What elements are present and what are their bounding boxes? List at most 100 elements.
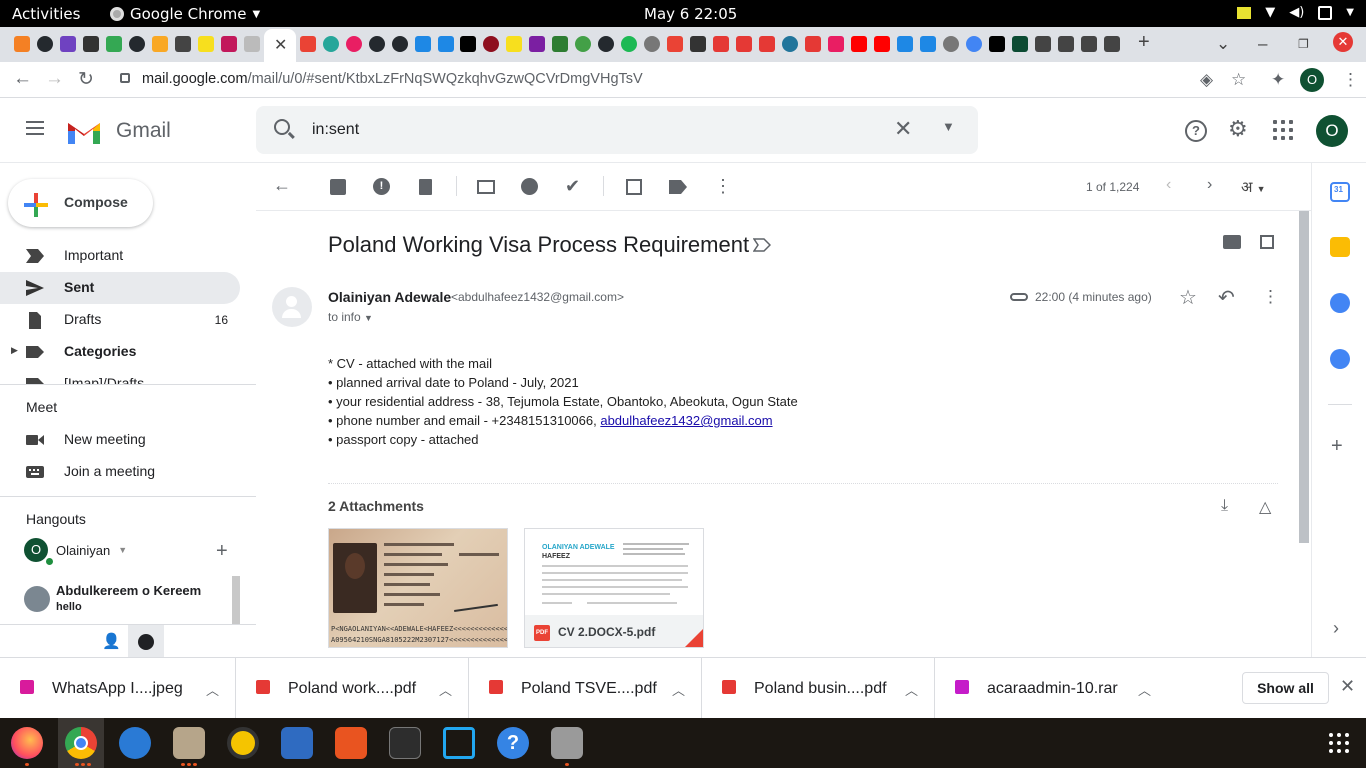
github-tab-icon[interactable] xyxy=(598,36,614,52)
show-side-panel-chevron-icon[interactable]: › xyxy=(1333,618,1339,639)
chrome-icon[interactable] xyxy=(65,727,97,759)
site-tab-icon[interactable] xyxy=(221,36,237,52)
site-tab-icon[interactable] xyxy=(152,36,168,52)
firefox-icon[interactable] xyxy=(11,727,43,759)
download-item[interactable]: WhatsApp I....jpeg ︿ xyxy=(0,658,236,719)
dev-tab-icon[interactable] xyxy=(460,36,476,52)
globe-tab-icon[interactable] xyxy=(644,36,660,52)
get-addons-plus-icon[interactable]: + xyxy=(1331,435,1343,458)
save-to-drive-icon[interactable]: △ xyxy=(1259,497,1271,517)
delete-icon[interactable] xyxy=(419,179,432,195)
recipient-summary[interactable]: to info ▼ xyxy=(328,310,373,324)
gmail-tab-icon[interactable] xyxy=(300,36,316,52)
bookmark-star-icon[interactable]: ☆ xyxy=(1231,70,1246,90)
clear-search-icon[interactable]: ✕ xyxy=(894,116,912,142)
nav-item-drafts[interactable]: Drafts 16 xyxy=(0,304,240,336)
active-tab[interactable]: ✕ xyxy=(264,29,296,62)
report-spam-icon[interactable]: ! xyxy=(373,178,390,195)
github-tab-icon[interactable] xyxy=(369,36,385,52)
newer-chevron-icon[interactable]: ‹ xyxy=(1166,176,1171,194)
site-tab-icon[interactable] xyxy=(897,36,913,52)
site-tab-icon[interactable] xyxy=(920,36,936,52)
back-icon[interactable]: ← xyxy=(13,68,32,90)
site-tab-icon[interactable] xyxy=(690,36,706,52)
chevron-up-icon[interactable]: ︿ xyxy=(672,680,685,699)
notes-icon[interactable] xyxy=(1237,6,1252,19)
nav-item-important[interactable]: Important xyxy=(0,240,240,272)
search-options-icon[interactable]: ▼ xyxy=(942,119,955,134)
reload-icon[interactable]: ↻ xyxy=(78,68,94,91)
reply-icon[interactable]: ↶ xyxy=(1218,285,1235,310)
show-applications-icon[interactable] xyxy=(1329,733,1349,753)
print-icon[interactable] xyxy=(1223,235,1241,249)
archive-icon[interactable] xyxy=(330,179,346,195)
site-tab-icon[interactable] xyxy=(759,36,775,52)
puzzle-tab-icon[interactable] xyxy=(106,36,122,52)
site-tab-icon[interactable] xyxy=(415,36,431,52)
app-menu[interactable]: Google Chrome ▼ xyxy=(110,5,260,23)
contacts-icon[interactable] xyxy=(1330,349,1350,369)
compose-button[interactable]: Compose xyxy=(8,179,153,227)
chevron-up-icon[interactable]: ︿ xyxy=(439,680,452,699)
js-tab-icon[interactable] xyxy=(506,36,522,52)
open-new-window-icon[interactable] xyxy=(1260,235,1274,249)
passport-attachment[interactable]: P<NGAOLANIYAN<<ADEWALE<HAFEEZ<<<<<<<<<<<… xyxy=(328,528,508,648)
wordpress-tab-icon[interactable] xyxy=(782,36,798,52)
site-tab-icon[interactable] xyxy=(713,36,729,52)
forward-icon[interactable]: → xyxy=(45,68,64,90)
new-meeting-button[interactable]: New meeting xyxy=(0,424,240,456)
expand-arrow-icon[interactable]: ▶ xyxy=(11,345,18,356)
heart-tab-icon[interactable] xyxy=(483,36,499,52)
cv-attachment[interactable]: OLANIYAN ADEWALE HAFEEZ PDF CV 2.DOCX-5.… xyxy=(524,528,704,648)
older-chevron-icon[interactable]: › xyxy=(1207,176,1212,194)
google-tab-icon[interactable] xyxy=(966,36,982,52)
tab-search-icon[interactable]: ⌄ xyxy=(1216,34,1230,54)
email-link[interactable]: abdulhafeez1432@gmail.com xyxy=(600,413,772,428)
main-menu-icon[interactable] xyxy=(26,121,44,135)
minimize-icon[interactable]: – xyxy=(1258,34,1267,54)
site-tab-icon[interactable] xyxy=(1081,36,1097,52)
profile-avatar[interactable]: O xyxy=(1300,68,1324,92)
label-as-icon[interactable] xyxy=(669,180,687,194)
importance-marker-icon[interactable] xyxy=(753,238,771,252)
gmail-logo-icon[interactable] xyxy=(66,117,102,144)
join-meeting-button[interactable]: Join a meeting xyxy=(0,456,240,488)
account-avatar[interactable]: O xyxy=(1316,115,1348,147)
input-tools-button[interactable]: अ ▼ xyxy=(1241,177,1266,197)
shield-tab-icon[interactable] xyxy=(175,36,191,52)
site-tab-icon[interactable] xyxy=(1104,36,1120,52)
more-vert-icon[interactable]: ⋮ xyxy=(1342,70,1359,90)
site-tab-icon[interactable] xyxy=(1035,36,1051,52)
music-tab-icon[interactable] xyxy=(828,36,844,52)
hangouts-user-menu[interactable]: O Olainiyan ▼ xyxy=(24,538,127,562)
gmail-tab-icon[interactable] xyxy=(667,36,683,52)
search-input[interactable] xyxy=(312,118,872,142)
nav-item-sent[interactable]: Sent xyxy=(0,272,240,304)
extensions-icon[interactable]: ✦ xyxy=(1271,70,1285,90)
more-vert-icon[interactable]: ⋮ xyxy=(1262,287,1279,307)
move-to-icon[interactable] xyxy=(626,179,642,195)
hangouts-chat-item[interactable]: Abdulkereem o Kereem hello xyxy=(0,576,240,624)
new-tab-button[interactable]: + xyxy=(1138,31,1150,54)
site-tab-icon[interactable] xyxy=(323,36,339,52)
rhythmbox-icon[interactable] xyxy=(227,727,259,759)
thunderbird-icon[interactable] xyxy=(119,727,151,759)
activities-button[interactable]: Activities xyxy=(12,5,80,23)
visibility-icon[interactable]: ◈ xyxy=(1200,70,1213,90)
address-bar[interactable]: mail.google.com/mail/u/0/#sent/KtbxLzFrN… xyxy=(112,63,1262,95)
chevron-up-icon[interactable]: ︿ xyxy=(206,680,219,699)
close-downloads-icon[interactable]: ✕ xyxy=(1340,676,1355,697)
writer-icon[interactable] xyxy=(281,727,313,759)
globe-tab-icon[interactable] xyxy=(943,36,959,52)
site-tab-icon[interactable] xyxy=(575,36,591,52)
hangouts-tab[interactable] xyxy=(128,625,164,658)
terminal-icon[interactable] xyxy=(389,727,421,759)
close-tab-icon[interactable]: ✕ xyxy=(274,35,287,55)
nav-item-imap-drafts[interactable]: [Imap]/Drafts xyxy=(0,368,240,384)
snooze-clock-icon[interactable] xyxy=(521,178,538,195)
search-icon[interactable] xyxy=(274,119,290,135)
show-all-downloads-button[interactable]: Show all xyxy=(1242,672,1329,704)
js-tab-icon[interactable] xyxy=(198,36,214,52)
heart-tab-icon[interactable] xyxy=(244,36,260,52)
calendar-icon[interactable]: 31 xyxy=(1330,182,1350,202)
